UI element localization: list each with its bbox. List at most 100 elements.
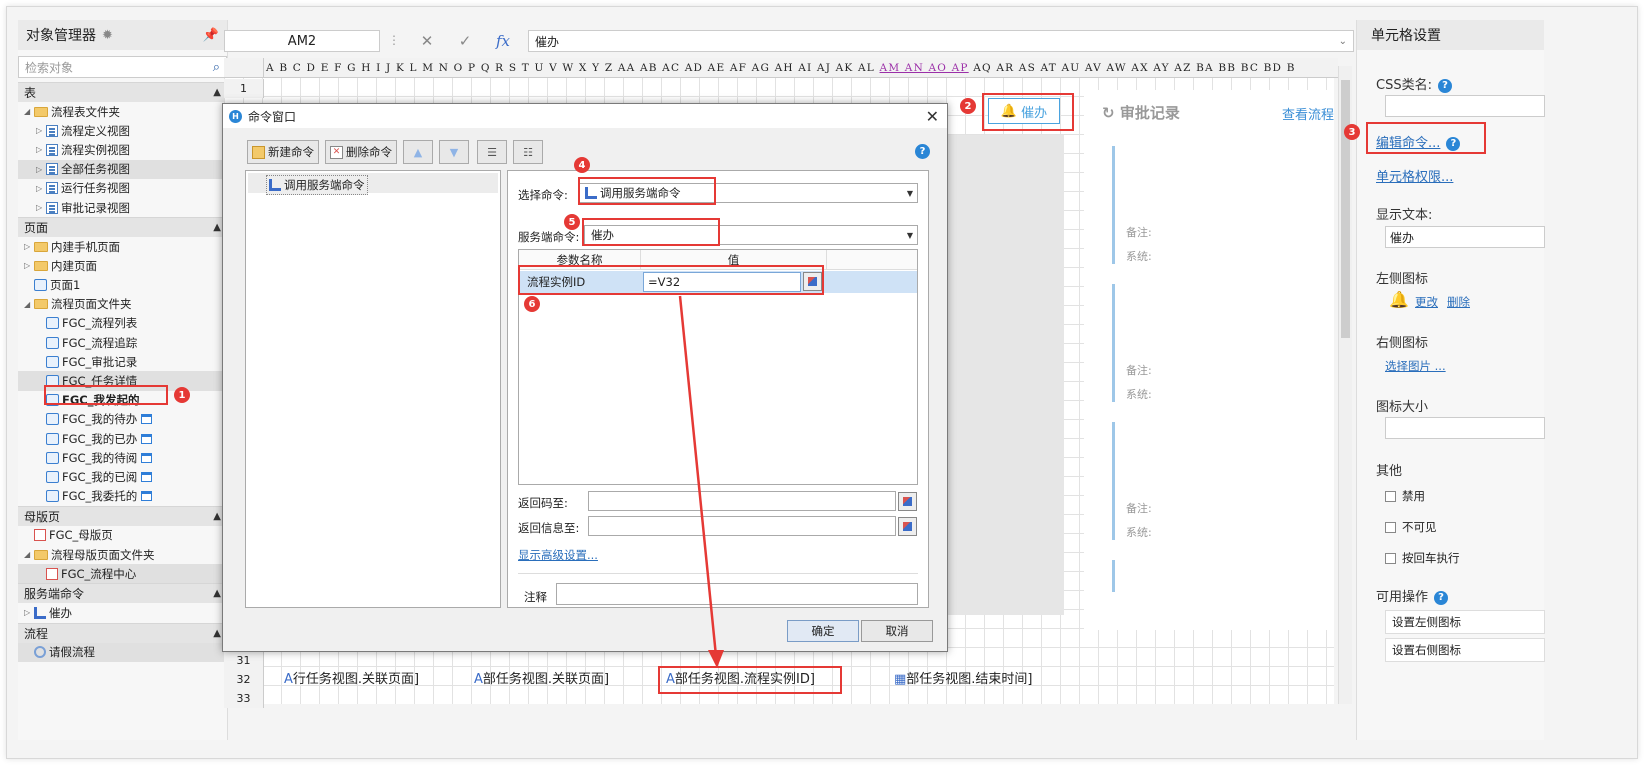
invisible-checkbox[interactable]: 不可见 — [1385, 519, 1437, 535]
return-msg-input[interactable] — [588, 516, 896, 536]
row-header[interactable]: 33 — [224, 689, 264, 708]
collapse-icon[interactable]: ▲ — [213, 222, 221, 233]
chevron-down-icon[interactable]: ⌄ — [1339, 36, 1347, 47]
ok-button[interactable]: 确定 — [787, 620, 859, 642]
section-server-cmd[interactable]: 服务端命令 ▲ — [18, 583, 227, 604]
icon-size-input[interactable] — [1385, 417, 1545, 439]
collapse-icon[interactable]: ▲ — [213, 87, 221, 98]
indent-icon[interactable]: ☰ — [477, 140, 507, 164]
tree-folder-master[interactable]: ◢ 流程母版页面文件夹 — [18, 545, 227, 564]
tree-item-page[interactable]: FGC_我的已阅 — [18, 467, 227, 486]
row32-cell[interactable]: A部任务视图.关联页面] — [474, 668, 609, 687]
tree-item-table[interactable]: ▷ 全部任务视图 — [18, 159, 227, 179]
tree-item-master[interactable]: FGC_母版页 — [18, 526, 227, 545]
cell-reference-box[interactable]: AM2 — [224, 30, 380, 52]
vertical-scrollbar[interactable] — [1338, 66, 1352, 704]
function-icon[interactable]: fx — [488, 30, 518, 52]
search-input[interactable]: 检索对象 ⌕ — [18, 56, 227, 78]
op-set-left-icon[interactable]: 设置左侧图标 — [1385, 610, 1545, 634]
gear-icon[interactable]: ✹ — [102, 28, 113, 43]
collapse-icon[interactable]: ▲ — [213, 511, 221, 522]
section-pages[interactable]: 页面 ▲ — [18, 217, 227, 238]
row-header[interactable]: 1 — [224, 79, 264, 98]
select-image-link[interactable]: 选择图片 ... — [1385, 358, 1446, 374]
cell-permission-link[interactable]: 单元格权限... — [1376, 166, 1453, 185]
section-master[interactable]: 母版页 ▲ — [18, 505, 227, 526]
show-advanced-link[interactable]: 显示高级设置... — [518, 547, 598, 563]
tree-item-page[interactable]: FGC_我委托的 — [18, 487, 227, 506]
expand-icon[interactable]: ▷ — [24, 242, 34, 251]
tree-item-server-cmd[interactable]: ▷ 催办 — [18, 603, 227, 622]
collapse-icon[interactable]: ▲ — [213, 588, 221, 599]
help-icon[interactable]: ? — [1437, 78, 1452, 93]
tree-item-page[interactable]: FGC_审批记录 — [18, 352, 227, 371]
cancel-icon[interactable]: ✕ — [412, 30, 442, 52]
expand-icon[interactable]: ◢ — [24, 107, 34, 116]
row-header[interactable]: 31 — [224, 651, 264, 670]
return-code-input[interactable] — [588, 491, 896, 511]
cell-picker-button[interactable] — [898, 492, 917, 511]
chevron-down-icon[interactable]: ▼ — [907, 231, 913, 240]
tree-item-table[interactable]: ▷ 流程实例视图 — [18, 140, 227, 159]
section-flow[interactable]: 流程 ▲ — [18, 622, 227, 643]
expand-icon[interactable]: ▷ — [36, 145, 46, 154]
tree-folder-flow-tables[interactable]: ◢ 流程表文件夹 — [18, 102, 227, 121]
list-icon[interactable]: ☷ — [513, 140, 543, 164]
tree-item-master[interactable]: FGC_流程中心 — [18, 564, 227, 584]
select-all-corner[interactable] — [224, 58, 264, 77]
tree-item-page[interactable]: FGC_我的待阅 — [18, 448, 227, 467]
row-header[interactable]: 32 — [224, 670, 264, 689]
tree-item-table[interactable]: ▷ 流程定义视图 — [18, 121, 227, 140]
scrollbar-thumb[interactable] — [1341, 80, 1350, 338]
delete-command-button[interactable]: ✕ 删除命令 — [325, 140, 397, 164]
expand-icon[interactable]: ◢ — [24, 300, 34, 309]
tree-item-page[interactable]: FGC_流程列表 — [18, 314, 227, 333]
checkbox-box[interactable] — [1385, 521, 1396, 533]
disabled-checkbox[interactable]: 禁用 — [1385, 488, 1425, 504]
enter-exec-checkbox[interactable]: 按回车执行 — [1385, 550, 1460, 566]
formula-input[interactable]: 催办 ⌄ — [528, 30, 1354, 52]
tree-folder-flow-pages[interactable]: ◢ 流程页面文件夹 — [18, 295, 227, 314]
search-icon[interactable]: ⌕ — [213, 60, 220, 75]
comment-input[interactable] — [556, 583, 918, 605]
tree-item-flow[interactable]: 请假流程 — [18, 642, 227, 662]
pin-icon[interactable]: 📌 — [203, 28, 219, 43]
tree-item-page1[interactable]: 页面1 — [18, 276, 227, 295]
chevron-down-icon[interactable]: ▼ — [907, 189, 913, 198]
confirm-icon[interactable]: ✓ — [450, 30, 480, 52]
expand-icon[interactable]: ▷ — [36, 126, 46, 135]
cancel-button[interactable]: 取消 — [861, 620, 933, 642]
new-command-button[interactable]: 新建命令 — [247, 140, 319, 164]
display-text-input[interactable]: 催办 — [1385, 226, 1545, 248]
op-set-right-icon[interactable]: 设置右侧图标 — [1385, 638, 1545, 662]
help-icon[interactable]: ? — [1434, 590, 1449, 605]
tree-item-page[interactable]: FGC_流程追踪 — [18, 333, 227, 352]
command-list[interactable]: 调用服务端命令 — [245, 170, 501, 608]
collapse-icon[interactable]: ▲ — [213, 628, 221, 639]
more-icon[interactable]: ⋮ — [388, 33, 400, 47]
move-down-button[interactable]: ▼ — [439, 140, 469, 164]
cell-picker-button[interactable] — [898, 517, 917, 536]
tree-folder-mobile[interactable]: ▷ 内建手机页面 — [18, 237, 227, 256]
tree-folder-builtin[interactable]: ▷ 内建页面 — [18, 256, 227, 275]
change-icon-link[interactable]: 更改 — [1415, 294, 1438, 310]
css-class-input[interactable] — [1385, 95, 1545, 117]
expand-icon[interactable]: ▷ — [24, 608, 34, 617]
delete-icon-link[interactable]: 删除 — [1447, 294, 1470, 310]
expand-icon[interactable]: ▷ — [24, 261, 34, 270]
checkbox-box[interactable] — [1385, 552, 1396, 564]
expand-icon[interactable]: ▷ — [36, 165, 46, 174]
expand-icon[interactable]: ◢ — [24, 550, 34, 559]
expand-icon[interactable]: ▷ — [36, 184, 46, 193]
row32-cell[interactable]: ▦部任务视图.结束时间] — [894, 668, 1033, 687]
view-flow-link[interactable]: 查看流程 — [1282, 104, 1334, 123]
help-icon[interactable]: ? — [915, 144, 930, 159]
checkbox-box[interactable] — [1385, 490, 1396, 502]
tree-item-table[interactable]: ▷ 审批记录视图 — [18, 198, 227, 217]
expand-icon[interactable]: ▷ — [36, 203, 46, 212]
tree-item-table[interactable]: ▷ 运行任务视图 — [18, 179, 227, 198]
tree-item-page[interactable]: FGC_我的已办 — [18, 429, 227, 448]
move-up-button[interactable]: ▲ — [403, 140, 433, 164]
command-list-item[interactable]: 调用服务端命令 — [266, 175, 368, 195]
tree-item-page[interactable]: FGC_我的待办 — [18, 410, 227, 429]
